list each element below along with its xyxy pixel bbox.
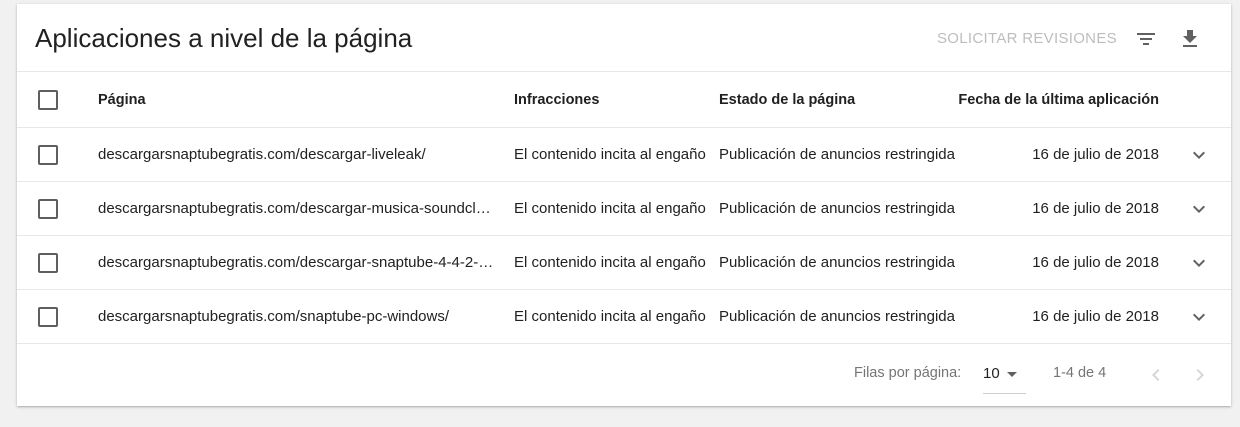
page-state-text: Publicación de anuncios restringida (719, 146, 955, 163)
infraction-text: El contenido incita al engaño (514, 200, 706, 217)
infraction-text: El contenido incita al engaño (514, 308, 706, 325)
page-url: descargarsnaptubegratis.com/descargar-li… (98, 146, 426, 163)
page-url: descargarsnaptubegratis.com/descargar-sn… (98, 254, 495, 271)
chevron-down-icon (1193, 259, 1205, 267)
filter-icon (1137, 33, 1155, 45)
row-checkbox[interactable] (38, 144, 58, 165)
table-row[interactable]: descargarsnaptubegratis.com/descargar-sn… (17, 236, 1231, 290)
select-all-checkbox[interactable] (38, 89, 58, 110)
table-row[interactable]: descargarsnaptubegratis.com/descargar-li… (17, 128, 1231, 182)
table-header-row: Página Infracciones Estado de la página … (17, 72, 1231, 128)
infraction-text: El contenido incita al engaño (514, 146, 706, 163)
rows-per-page-select[interactable]: 10 (983, 358, 1026, 394)
column-header-page[interactable]: Página (98, 72, 495, 127)
row-checkbox[interactable] (38, 252, 58, 273)
page-url: descargarsnaptubegratis.com/descargar-mu… (98, 200, 495, 217)
expand-row-button[interactable] (1185, 236, 1213, 289)
caret-down-icon (1007, 372, 1017, 377)
page-state-text: Publicación de anuncios restringida (719, 254, 955, 271)
download-button[interactable] (1174, 23, 1206, 55)
previous-page-button[interactable] (1140, 359, 1172, 391)
page-url: descargarsnaptubegratis.com/snaptube-pc-… (98, 308, 450, 325)
request-reviews-button[interactable]: SOLICITAR REVISIONES (927, 26, 1127, 52)
page-applications-card: Aplicaciones a nivel de la página SOLICI… (17, 4, 1231, 406)
chevron-left-icon (1152, 369, 1160, 381)
page-state-text: Publicación de anuncios restringida (719, 308, 955, 325)
expand-row-button[interactable] (1185, 128, 1213, 181)
chevron-down-icon (1193, 151, 1205, 159)
last-applied-date: 16 de julio de 2018 (1032, 254, 1159, 271)
chevron-right-icon (1196, 369, 1204, 381)
row-checkbox[interactable] (38, 306, 58, 327)
rows-per-page-label: Filas por página: (854, 365, 962, 381)
expand-row-button[interactable] (1185, 290, 1213, 343)
card-header: Aplicaciones a nivel de la página SOLICI… (17, 4, 1231, 72)
last-applied-date: 16 de julio de 2018 (1032, 200, 1159, 217)
chevron-down-icon (1193, 205, 1205, 213)
infraction-text: El contenido incita al engaño (514, 254, 706, 271)
download-icon (1183, 30, 1197, 47)
expand-row-button[interactable] (1185, 182, 1213, 235)
column-header-date[interactable]: Fecha de la última aplicación (957, 72, 1159, 127)
table-row[interactable]: descargarsnaptubegratis.com/descargar-mu… (17, 182, 1231, 236)
pagination-footer: Filas por página: 10 1-4 de 4 (17, 344, 1231, 406)
column-header-infractions[interactable]: Infracciones (514, 72, 709, 127)
chevron-down-icon (1193, 313, 1205, 321)
filter-button[interactable] (1130, 23, 1162, 55)
pagination-range: 1-4 de 4 (1053, 365, 1107, 381)
row-checkbox[interactable] (38, 198, 58, 219)
page-state-text: Publicación de anuncios restringida (719, 200, 955, 217)
table-row[interactable]: descargarsnaptubegratis.com/snaptube-pc-… (17, 290, 1231, 344)
last-applied-date: 16 de julio de 2018 (1032, 146, 1159, 163)
rows-per-page-value: 10 (983, 365, 1000, 382)
page-title: Aplicaciones a nivel de la página (35, 23, 413, 53)
last-applied-date: 16 de julio de 2018 (1032, 308, 1159, 325)
next-page-button[interactable] (1184, 359, 1216, 391)
column-header-state[interactable]: Estado de la página (719, 72, 959, 127)
